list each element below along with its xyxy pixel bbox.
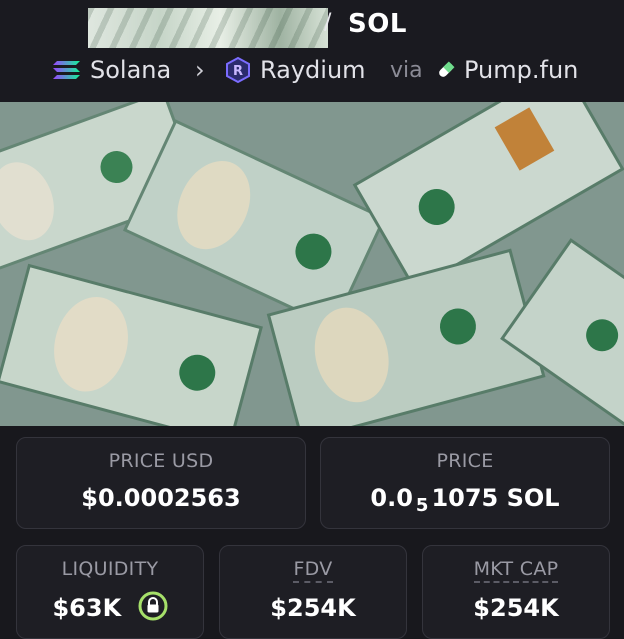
price-usd-card: PRICE USD $0.0002563 xyxy=(16,437,306,529)
price-prefix: 0.0 xyxy=(370,484,413,512)
fdv-card[interactable]: FDV $254K xyxy=(219,545,407,639)
price-zero-count: 5 xyxy=(415,495,429,516)
price-card: PRICE 0.0 5 1075 SOL xyxy=(320,437,610,529)
launchpad-link[interactable]: Pump.fun xyxy=(436,54,578,86)
quote-token-symbol: SOL xyxy=(348,9,407,39)
route-breadcrumb: Solana › R Raydium via Pump.fun xyxy=(0,54,624,86)
liquidity-value: $63K xyxy=(52,594,122,622)
raydium-icon: R xyxy=(226,56,250,84)
liquidity-value-row: $63K xyxy=(17,591,203,624)
token-name-image xyxy=(88,8,328,48)
price-suffix: 1075 SOL xyxy=(431,484,560,512)
liquidity-label: LIQUIDITY xyxy=(61,558,159,580)
mkt-cap-value: $254K xyxy=(473,594,559,622)
token-header: / SOL Solana › R Raydium via Pump.fun xyxy=(0,0,624,102)
banknotes-illustration xyxy=(0,102,624,426)
liquidity-card: LIQUIDITY $63K xyxy=(16,545,204,639)
price-value: 0.0 5 1075 SOL xyxy=(321,484,609,516)
pill-icon xyxy=(439,61,455,77)
price-label: PRICE xyxy=(436,450,494,472)
solana-icon xyxy=(53,61,80,79)
token-banner-image xyxy=(0,102,624,426)
price-usd-label: PRICE USD xyxy=(108,450,214,472)
chain-name: Solana xyxy=(90,56,172,84)
launchpad-name: Pump.fun xyxy=(464,56,579,84)
pair-separator: / xyxy=(324,10,332,35)
svg-text:R: R xyxy=(233,64,243,79)
via-label: via xyxy=(390,57,423,83)
dex-name: Raydium xyxy=(260,56,366,84)
dex-link[interactable]: R Raydium xyxy=(224,54,366,86)
fdv-label: FDV xyxy=(293,558,333,583)
lock-icon[interactable] xyxy=(138,591,168,621)
price-usd-value: $0.0002563 xyxy=(81,484,241,512)
mkt-cap-card[interactable]: MKT CAP $254K xyxy=(422,545,610,639)
chain-link[interactable]: Solana xyxy=(52,54,171,86)
fdv-value: $254K xyxy=(270,594,356,622)
chevron-right-icon: › xyxy=(195,56,205,84)
mkt-cap-label: MKT CAP xyxy=(473,558,559,583)
